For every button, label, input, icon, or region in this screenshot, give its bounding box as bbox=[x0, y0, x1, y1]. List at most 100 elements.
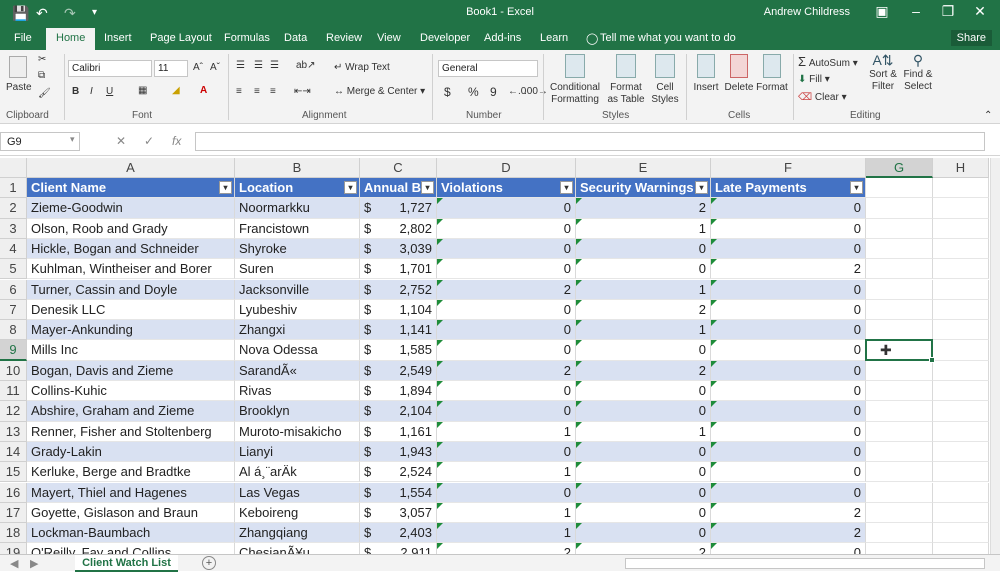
location-cell[interactable]: Muroto-misakicho bbox=[235, 421, 360, 442]
find-select-button[interactable]: ⚲ Find & Select bbox=[902, 53, 934, 93]
location-cell[interactable]: ChesianÃ¥u bbox=[235, 543, 360, 554]
column-header-e[interactable]: E bbox=[576, 158, 711, 178]
insert-cells-button[interactable]: Insert bbox=[692, 54, 720, 94]
cell[interactable] bbox=[866, 320, 933, 341]
client-name-cell[interactable]: Collins-Kuhic bbox=[27, 381, 235, 402]
row-header[interactable]: 10 bbox=[0, 360, 27, 381]
location-cell[interactable]: Lianyi bbox=[235, 441, 360, 463]
conditional-formatting-button[interactable]: Conditional Formatting bbox=[548, 54, 602, 106]
violations-cell[interactable]: 0 bbox=[437, 259, 576, 280]
violations-cell[interactable]: 0 bbox=[437, 381, 576, 402]
column-header-b[interactable]: B bbox=[235, 158, 360, 178]
tell-me-box[interactable]: Tell me what you want to do bbox=[600, 32, 736, 44]
increase-font-icon[interactable]: Aˆ bbox=[193, 62, 203, 74]
location-cell[interactable]: Las Vegas bbox=[235, 482, 360, 503]
row-header[interactable]: 2 bbox=[0, 198, 27, 219]
fill-color-icon[interactable]: ◢ bbox=[172, 85, 180, 97]
violations-cell[interactable]: 0 bbox=[437, 482, 576, 503]
security-warnings-cell[interactable]: 0 bbox=[576, 381, 711, 402]
client-name-cell[interactable]: Hickle, Bogan and Schneider bbox=[27, 238, 235, 260]
annual-billing-cell[interactable]: $1,554 bbox=[360, 482, 437, 503]
cell[interactable] bbox=[866, 238, 933, 260]
annual-billing-cell[interactable]: $3,039 bbox=[360, 238, 437, 260]
cell[interactable] bbox=[933, 238, 989, 260]
cell[interactable] bbox=[933, 523, 989, 544]
cell[interactable] bbox=[933, 218, 989, 239]
borders-icon[interactable]: ▦ bbox=[138, 85, 147, 97]
late-payments-cell[interactable]: 0 bbox=[711, 401, 866, 422]
align-middle-icon[interactable]: ☰ bbox=[254, 60, 263, 72]
column-header-c[interactable]: C bbox=[360, 158, 437, 178]
late-payments-cell[interactable]: 0 bbox=[711, 543, 866, 554]
align-center-icon[interactable]: ≡ bbox=[254, 86, 260, 98]
annual-billing-cell[interactable]: $2,752 bbox=[360, 279, 437, 300]
annual-billing-cell[interactable]: $2,104 bbox=[360, 401, 437, 422]
cell[interactable] bbox=[866, 218, 933, 239]
row-header[interactable]: 15 bbox=[0, 462, 27, 483]
cell[interactable] bbox=[933, 421, 989, 442]
tab-page-layout[interactable]: Page Layout bbox=[150, 32, 212, 44]
fill-button[interactable]: ⬇ Fill ▾ bbox=[798, 74, 830, 86]
location-cell[interactable]: Zhangqiang bbox=[235, 523, 360, 544]
location-cell[interactable]: Shyroke bbox=[235, 238, 360, 260]
row-header[interactable]: 16 bbox=[0, 482, 27, 503]
client-name-cell[interactable]: Olson, Roob and Grady bbox=[27, 218, 235, 239]
annual-billing-cell[interactable]: $2,524 bbox=[360, 462, 437, 483]
security-warnings-cell[interactable]: 1 bbox=[576, 218, 711, 239]
violations-cell[interactable]: 1 bbox=[437, 523, 576, 544]
cell[interactable] bbox=[933, 299, 989, 321]
tab-insert[interactable]: Insert bbox=[104, 32, 132, 44]
select-all-corner[interactable] bbox=[0, 158, 27, 178]
formula-input[interactable] bbox=[195, 132, 985, 151]
cell[interactable] bbox=[866, 360, 933, 381]
late-payments-cell[interactable]: 0 bbox=[711, 238, 866, 260]
column-header-h[interactable]: H bbox=[933, 158, 989, 178]
annual-billing-cell[interactable]: $1,701 bbox=[360, 259, 437, 280]
delete-cells-button[interactable]: Delete bbox=[724, 54, 754, 94]
violations-cell[interactable]: 2 bbox=[437, 543, 576, 554]
cell[interactable] bbox=[933, 360, 989, 381]
cell[interactable] bbox=[933, 502, 989, 524]
violations-cell[interactable]: 0 bbox=[437, 340, 576, 361]
location-cell[interactable]: Zhangxi bbox=[235, 320, 360, 341]
violations-cell[interactable]: 0 bbox=[437, 198, 576, 219]
cell[interactable] bbox=[866, 421, 933, 442]
annual-billing-cell[interactable]: $1,104 bbox=[360, 299, 437, 321]
sort-filter-button[interactable]: A⇅ Sort & Filter bbox=[866, 53, 900, 93]
cell[interactable] bbox=[933, 320, 989, 341]
security-warnings-cell[interactable]: 0 bbox=[576, 401, 711, 422]
cell[interactable] bbox=[866, 523, 933, 544]
annual-billing-cell[interactable]: $1,727 bbox=[360, 198, 437, 219]
location-cell[interactable]: SarandÃ« bbox=[235, 360, 360, 381]
close-icon[interactable]: ✕ bbox=[968, 3, 992, 20]
filter-dropdown-icon[interactable]: ▾ bbox=[344, 181, 357, 194]
row-header[interactable]: 6 bbox=[0, 279, 27, 300]
confirm-entry-icon[interactable]: ✓ bbox=[144, 134, 154, 148]
late-payments-cell[interactable]: 0 bbox=[711, 218, 866, 239]
cell[interactable] bbox=[933, 401, 989, 422]
header-annual-billing[interactable]: Annual Bi ▾ bbox=[360, 178, 437, 199]
decrease-font-icon[interactable]: Aˇ bbox=[210, 62, 220, 74]
filter-dropdown-icon[interactable]: ▾ bbox=[695, 181, 708, 194]
cell[interactable] bbox=[933, 543, 989, 554]
collapse-ribbon-icon[interactable]: ⌃ bbox=[984, 110, 992, 122]
row-header[interactable]: 9 bbox=[0, 340, 27, 361]
percent-button[interactable]: % bbox=[468, 86, 479, 98]
clear-button[interactable]: ⌫ Clear ▾ bbox=[798, 92, 847, 104]
filter-dropdown-icon[interactable]: ▾ bbox=[850, 181, 863, 194]
tab-learn[interactable]: Learn bbox=[540, 32, 568, 44]
security-warnings-cell[interactable]: 1 bbox=[576, 279, 711, 300]
cell[interactable] bbox=[866, 198, 933, 219]
security-warnings-cell[interactable]: 2 bbox=[576, 360, 711, 381]
row-header[interactable]: 8 bbox=[0, 320, 27, 341]
paste-button[interactable]: Paste bbox=[6, 56, 32, 94]
security-warnings-cell[interactable]: 0 bbox=[576, 462, 711, 483]
client-name-cell[interactable]: Kuhlman, Wintheiser and Borer bbox=[27, 259, 235, 280]
row-header[interactable]: 17 bbox=[0, 502, 27, 524]
row-header[interactable]: 4 bbox=[0, 238, 27, 260]
location-cell[interactable]: Suren bbox=[235, 259, 360, 280]
client-name-cell[interactable]: Grady-Lakin bbox=[27, 441, 235, 463]
cell[interactable] bbox=[933, 462, 989, 483]
autosum-button[interactable]: Σ AutoSum ▾ bbox=[798, 55, 858, 70]
sheet-tab[interactable]: Client Watch List bbox=[75, 555, 178, 572]
